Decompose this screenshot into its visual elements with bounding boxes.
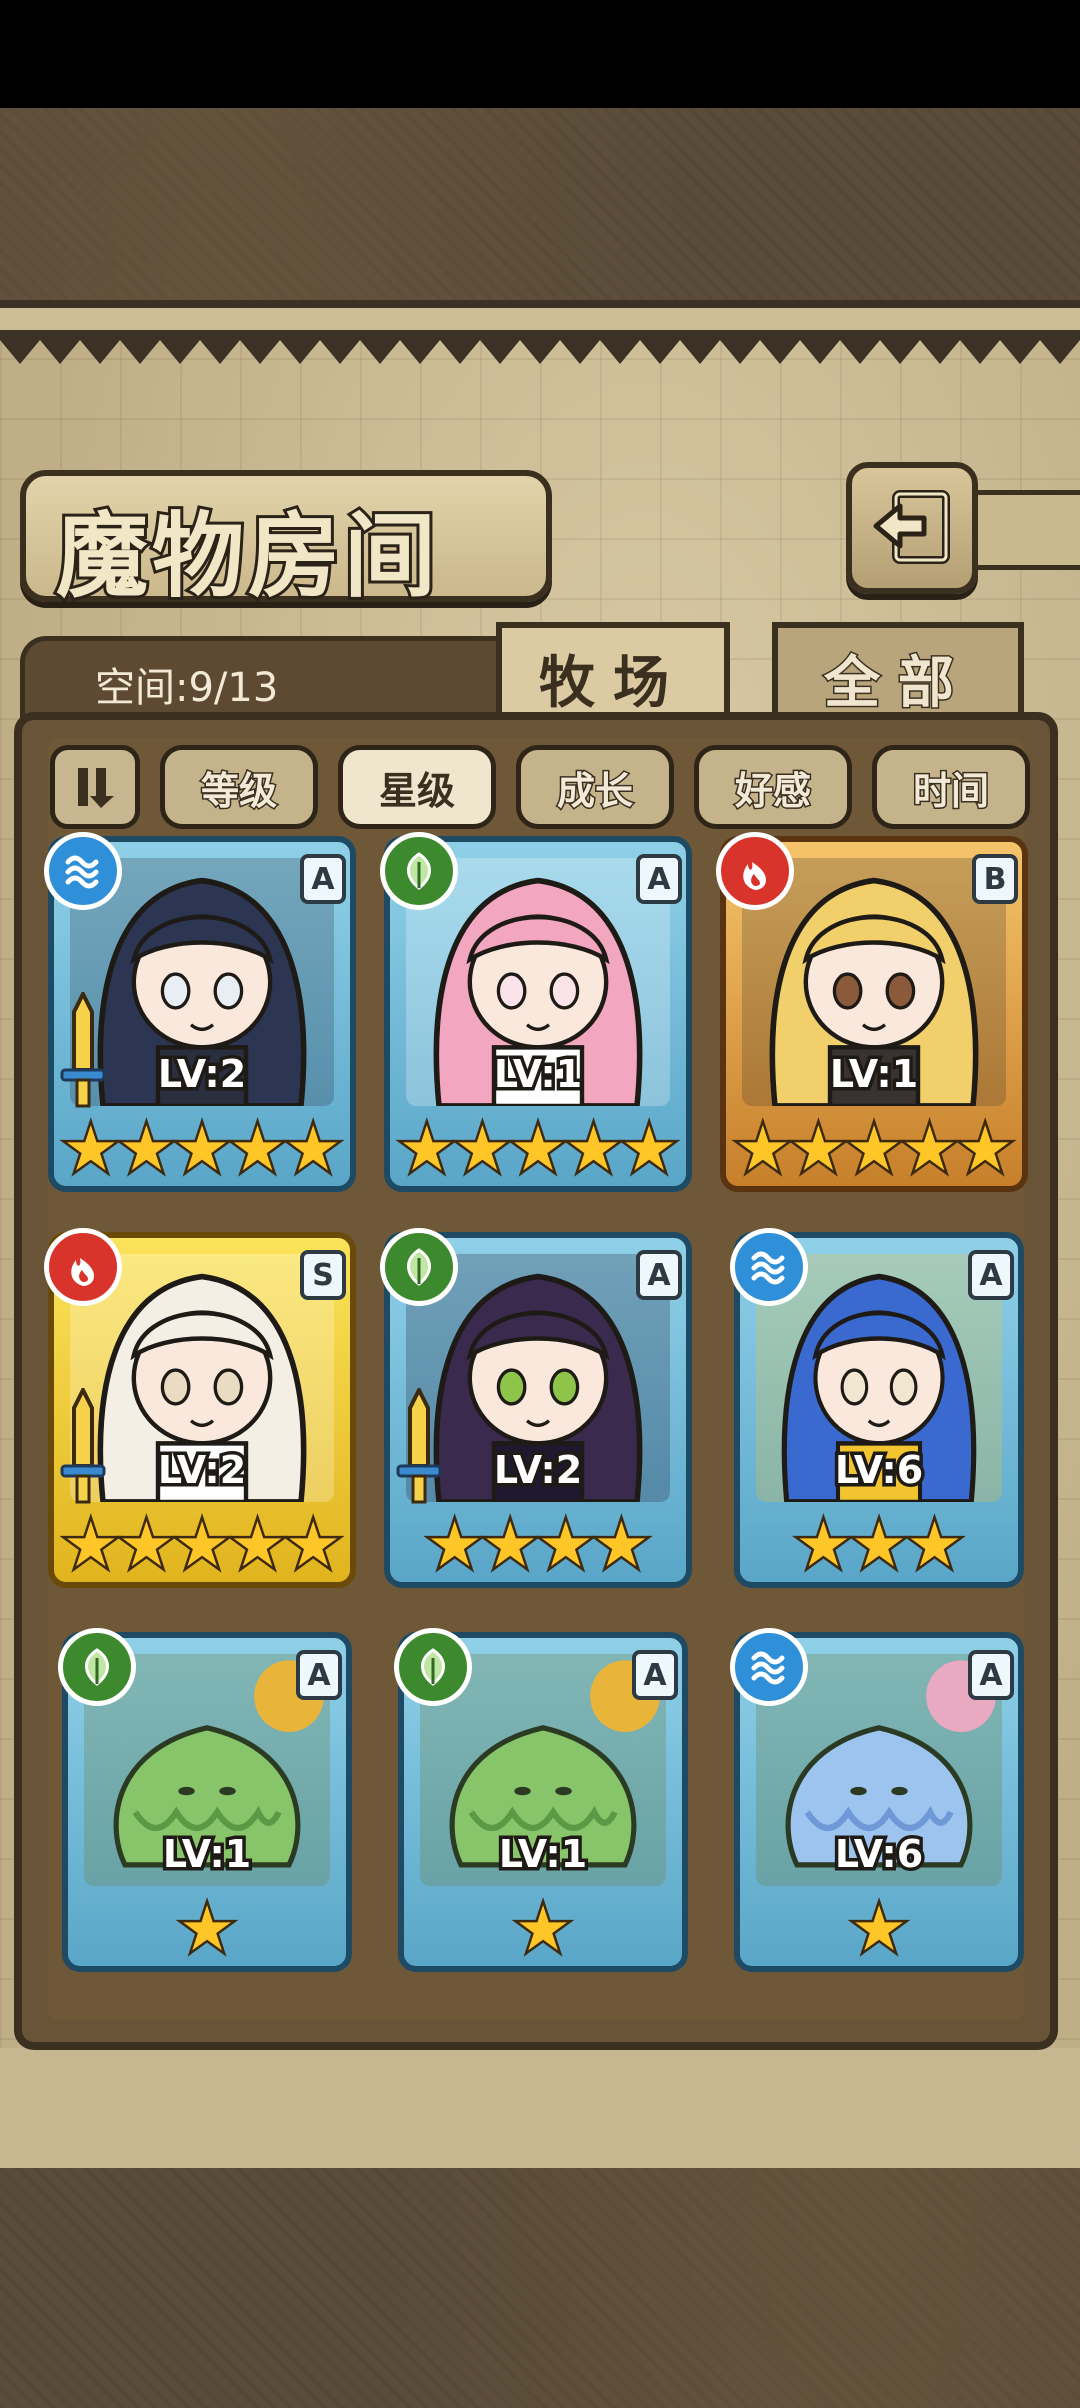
- monster-card[interactable]: A LV:2 ★ ★ ★ ★: [380, 1228, 692, 1588]
- title-plate: 魔物房间: [20, 470, 552, 613]
- star-icon: ★: [283, 1508, 344, 1581]
- rank-badge: A: [636, 854, 682, 904]
- nature-element-icon: [380, 832, 458, 910]
- star-icon: ★: [177, 1892, 238, 1965]
- level-label: LV:1: [495, 1829, 590, 1880]
- monster-card[interactable]: A LV:2 ★ ★ ★ ★ ★: [44, 832, 356, 1192]
- star-icon: ★: [116, 1508, 177, 1581]
- star-icon: ★: [849, 1508, 910, 1581]
- level-label: LV:1: [490, 1049, 585, 1100]
- nature-element-icon: [380, 1228, 458, 1306]
- rank-badge: A: [968, 1250, 1014, 1300]
- sort-button-growth[interactable]: 成长: [516, 745, 674, 829]
- star-rating: ★: [62, 1894, 352, 1964]
- star-rating: ★ ★ ★ ★ ★: [720, 1114, 1028, 1184]
- star-rating: ★ ★ ★ ★: [384, 1510, 692, 1580]
- star-icon: ★: [508, 1112, 569, 1185]
- level-label: LV:1: [826, 1049, 921, 1100]
- star-icon: ★: [424, 1508, 485, 1581]
- star-icon: ★: [513, 1892, 574, 1965]
- star-icon: ★: [788, 1112, 849, 1185]
- back-button-rail: [972, 490, 1080, 570]
- page-title: 魔物房间: [53, 499, 441, 613]
- star-icon: ★: [619, 1112, 680, 1185]
- rank-badge: A: [300, 854, 346, 904]
- monster-card[interactable]: A LV:6 ★ ★ ★: [730, 1228, 1024, 1588]
- monster-card[interactable]: A LV:6 ★: [730, 1628, 1024, 1972]
- return-arrow-icon: [873, 490, 950, 564]
- fire-element-icon: [716, 832, 794, 910]
- level-label: LV:2: [154, 1445, 249, 1496]
- star-icon: ★: [283, 1112, 344, 1185]
- status-bar: [0, 0, 1080, 108]
- star-icon: ★: [904, 1508, 965, 1581]
- star-rating: ★ ★ ★ ★ ★: [384, 1114, 692, 1184]
- star-icon: ★: [172, 1112, 233, 1185]
- water-element-icon: [730, 1228, 808, 1306]
- star-icon: ★: [793, 1508, 854, 1581]
- rank-badge: S: [300, 1250, 346, 1300]
- water-element-icon: [44, 832, 122, 910]
- star-icon: ★: [480, 1508, 541, 1581]
- star-icon: ★: [955, 1112, 1016, 1185]
- nature-element-icon: [394, 1628, 472, 1706]
- star-icon: ★: [849, 1892, 910, 1965]
- level-label: LV:2: [490, 1445, 585, 1496]
- rank-badge: B: [972, 854, 1018, 904]
- top-zigzag-edge: [0, 330, 1080, 364]
- rank-badge: A: [296, 1650, 342, 1700]
- star-icon: ★: [227, 1112, 288, 1185]
- level-label: LV:6: [831, 1445, 926, 1496]
- star-rating: ★ ★ ★: [734, 1510, 1024, 1580]
- sort-button-time[interactable]: 时间: [872, 745, 1030, 829]
- star-icon: ★: [844, 1112, 905, 1185]
- level-label: LV:1: [159, 1829, 254, 1880]
- monster-card[interactable]: S LV:2 ★ ★ ★ ★ ★: [44, 1228, 356, 1588]
- star-icon: ★: [397, 1112, 458, 1185]
- water-element-icon: [730, 1628, 808, 1706]
- star-icon: ★: [733, 1112, 794, 1185]
- space-capacity-label: 空间:9/13: [95, 665, 279, 711]
- sort-button-stars[interactable]: 星级: [338, 745, 496, 829]
- star-icon: ★: [227, 1508, 288, 1581]
- star-icon: ★: [61, 1508, 122, 1581]
- rank-badge: A: [968, 1650, 1014, 1700]
- level-label: LV:2: [154, 1049, 249, 1100]
- rank-badge: A: [636, 1250, 682, 1300]
- star-icon: ★: [563, 1112, 624, 1185]
- rank-badge: A: [632, 1650, 678, 1700]
- sort-order-toggle[interactable]: [50, 745, 140, 829]
- star-icon: ★: [116, 1112, 177, 1185]
- star-rating: ★ ★ ★ ★ ★: [48, 1114, 356, 1184]
- bottom-zigzag-edge: [0, 2138, 1080, 2168]
- star-rating: ★: [398, 1894, 688, 1964]
- star-icon: ★: [172, 1508, 233, 1581]
- monster-card[interactable]: A LV:1 ★: [58, 1628, 352, 1972]
- fire-element-icon: [44, 1228, 122, 1306]
- back-button[interactable]: [846, 462, 978, 594]
- space-capacity-bar: 空间:9/13: [20, 636, 520, 721]
- star-icon: ★: [61, 1112, 122, 1185]
- sort-button-level[interactable]: 等级: [160, 745, 318, 829]
- monster-card[interactable]: A LV:1 ★: [394, 1628, 688, 1972]
- monster-card[interactable]: A LV:1 ★ ★ ★ ★ ★: [380, 832, 692, 1192]
- sort-order-icon: [78, 768, 114, 808]
- nature-element-icon: [58, 1628, 136, 1706]
- sort-bar: 等级 星级 成长 好感 时间: [50, 745, 1030, 829]
- star-icon: ★: [536, 1508, 597, 1581]
- sort-button-affection[interactable]: 好感: [694, 745, 852, 829]
- level-label: LV:6: [831, 1829, 926, 1880]
- star-rating: ★: [734, 1894, 1024, 1964]
- star-icon: ★: [899, 1112, 960, 1185]
- monster-card[interactable]: B LV:1 ★ ★ ★ ★ ★: [716, 832, 1028, 1192]
- star-icon: ★: [452, 1112, 513, 1185]
- star-rating: ★ ★ ★ ★ ★: [48, 1510, 356, 1580]
- star-icon: ★: [591, 1508, 652, 1581]
